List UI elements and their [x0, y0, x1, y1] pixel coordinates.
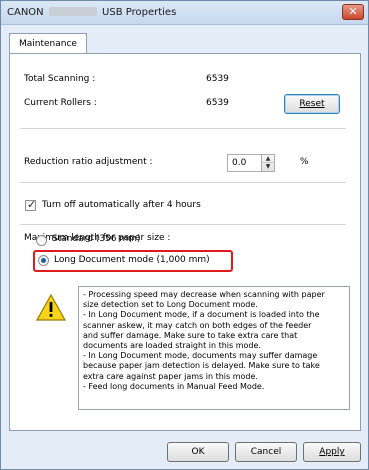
- window-title: CANON USB Properties: [7, 7, 176, 18]
- warning-section: - Processing speed may decrease when sca…: [34, 286, 350, 410]
- title-bar[interactable]: CANON USB Properties ✕: [1, 1, 368, 25]
- warning-line: scanner askew, it may catch on both edge…: [83, 320, 312, 330]
- warning-line: because paper jam detection is delayed. …: [83, 361, 320, 371]
- separator: [20, 224, 346, 225]
- warning-message-box: - Processing speed may decrease when sca…: [78, 286, 350, 410]
- reduction-ratio-value[interactable]: 0.0: [232, 158, 246, 168]
- properties-dialog: CANON USB Properties ✕ Maintenance Total…: [0, 0, 369, 470]
- total-scanning-value: 6539: [206, 74, 229, 84]
- maintenance-panel: Total Scanning : 6539 Current Rollers : …: [9, 53, 361, 431]
- long-document-radio[interactable]: [38, 255, 49, 266]
- current-rollers-label: Current Rollers :: [24, 98, 97, 108]
- redacted-model-name: [48, 7, 97, 16]
- current-rollers-value: 6539: [206, 98, 229, 108]
- warning-line: - Processing speed may decrease when sca…: [83, 290, 325, 299]
- window-title-suffix: USB Properties: [102, 7, 177, 18]
- spinner-buttons: ▲ ▼: [261, 155, 274, 171]
- ok-button[interactable]: OK: [167, 442, 229, 462]
- standard-radio[interactable]: [36, 235, 47, 246]
- reduction-ratio-spinner[interactable]: 0.0 ▲ ▼: [227, 154, 275, 172]
- separator: [20, 128, 346, 129]
- percent-unit: %: [300, 157, 309, 167]
- warning-line: and suffer damage. Make sure to take ext…: [83, 330, 298, 340]
- window-title-prefix: CANON: [7, 7, 44, 18]
- long-document-option-label[interactable]: Long Document mode (1,000 mm): [54, 255, 210, 265]
- cancel-button[interactable]: Cancel: [235, 442, 297, 462]
- spinner-down-icon[interactable]: ▼: [262, 163, 274, 171]
- reset-button[interactable]: Reset: [284, 94, 340, 114]
- total-scanning-label: Total Scanning :: [24, 74, 96, 84]
- standard-option-label[interactable]: Standard (356 mm): [52, 234, 140, 244]
- warning-line: - In Long Document mode, if a document i…: [83, 310, 320, 320]
- warning-icon: [36, 294, 66, 321]
- close-icon: ✕: [348, 5, 358, 18]
- apply-button-label: Apply: [319, 447, 345, 457]
- spinner-up-icon[interactable]: ▲: [262, 155, 274, 163]
- radio-selected-dot: [41, 258, 46, 263]
- close-button[interactable]: ✕: [342, 4, 364, 20]
- warning-line: extra care against paper jams in this mo…: [83, 371, 258, 381]
- warning-line: - Feed long documents in Manual Feed Mod…: [83, 381, 265, 391]
- checkmark-icon: ✓: [27, 198, 37, 211]
- auto-off-label[interactable]: Turn off automatically after 4 hours: [42, 200, 201, 210]
- apply-button[interactable]: Apply: [303, 442, 361, 462]
- auto-off-checkbox[interactable]: ✓: [25, 198, 37, 211]
- tab-maintenance[interactable]: Maintenance: [9, 33, 87, 54]
- reduction-ratio-label: Reduction ratio adjustment :: [24, 157, 153, 167]
- warning-line: documents are loaded straight in this mo…: [83, 341, 261, 351]
- warning-line: - In Long Document mode, documents may s…: [83, 351, 318, 361]
- reset-button-label: Reset: [299, 99, 325, 109]
- warning-line: size detection set to Long Document mode…: [83, 300, 258, 310]
- separator: [20, 182, 346, 183]
